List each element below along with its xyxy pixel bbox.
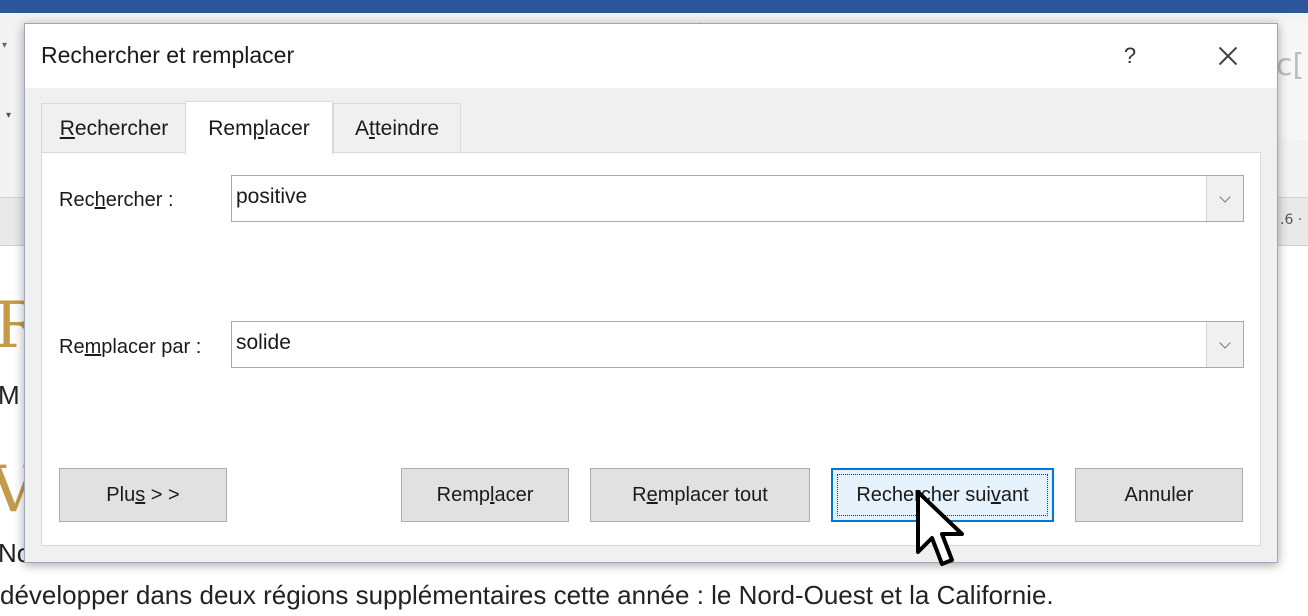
tab-atteindre[interactable]: At teindre: [333, 103, 461, 153]
help-icon: ?: [1123, 43, 1137, 68]
chevron-down-icon: [1219, 336, 1231, 349]
replace-input-value: solide: [236, 331, 291, 354]
find-dropdown-button[interactable]: [1206, 176, 1243, 221]
ruler-number: .6 ·: [1280, 212, 1303, 228]
more-options-button[interactable]: Plu s > >: [59, 468, 227, 522]
replace-button[interactable]: Remp l acer: [401, 468, 569, 522]
dialog-title: Rechercher et remplacer: [41, 42, 295, 68]
find-input-value: positive: [236, 185, 308, 208]
replace-label: Remplacer par :: [59, 336, 202, 358]
replace-input[interactable]: solide: [231, 321, 1244, 368]
chevron-down-icon: [1219, 190, 1231, 203]
tab-rechercher[interactable]: Rechercher: [41, 103, 187, 153]
document-subtitle: M: [0, 380, 20, 410]
find-input[interactable]: positive: [231, 175, 1244, 222]
replace-dropdown-button[interactable]: [1206, 322, 1243, 367]
find-label: Rechercher :: [59, 189, 174, 211]
word-titlebar: [0, 0, 1308, 13]
dialog-titlebar: Rechercher et remplacer ?: [25, 24, 1277, 88]
ribbon-style-preview: c[: [1276, 48, 1305, 83]
help-button[interactable]: ?: [1105, 34, 1155, 78]
cancel-button[interactable]: Annuler: [1075, 468, 1243, 522]
close-icon: [1218, 46, 1238, 66]
close-button[interactable]: [1203, 34, 1253, 78]
document-text-line: développer dans deux régions supplémenta…: [0, 580, 1054, 610]
find-replace-dialog: Rechercher et remplacer ? Rechercher Rem…: [24, 23, 1278, 563]
replace-all-button[interactable]: Re mplacer tout: [590, 468, 810, 522]
tab-remplacer[interactable]: Rem p lacer: [185, 101, 333, 155]
mouse-pointer-icon: [916, 490, 964, 566]
ribbon-chevron-icon: ▾: [6, 110, 12, 121]
ribbon-chevron-icon: ▾: [2, 40, 8, 51]
